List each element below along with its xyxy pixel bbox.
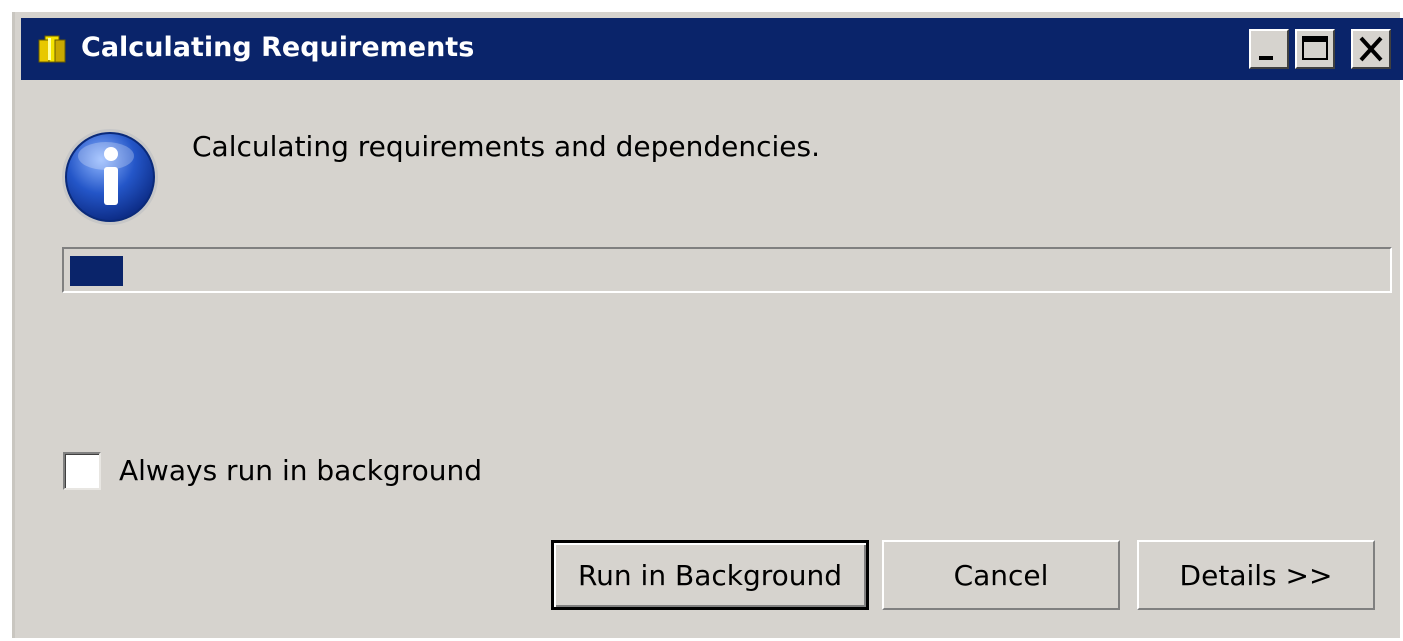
always-run-in-background-label[interactable]: Always run in background [119, 449, 482, 493]
status-message: Calculating requirements and dependencie… [192, 130, 820, 163]
dialog-window: Calculating Requirements Calculating req… [12, 12, 1403, 638]
progress-bar [62, 247, 1392, 293]
info-icon [59, 126, 161, 228]
details-button[interactable]: Details >> [1137, 540, 1375, 610]
run-in-background-button[interactable]: Run in Background [551, 540, 869, 610]
title-bar[interactable]: Calculating Requirements [21, 18, 1403, 80]
progress-fill [70, 256, 123, 286]
window-title: Calculating Requirements [81, 32, 475, 63]
package-icon [35, 32, 69, 66]
cancel-button[interactable]: Cancel [882, 540, 1120, 610]
close-button[interactable] [1351, 29, 1391, 69]
always-run-in-background-checkbox[interactable] [63, 452, 101, 490]
minimize-button[interactable] [1249, 29, 1289, 69]
maximize-button[interactable] [1295, 29, 1335, 69]
